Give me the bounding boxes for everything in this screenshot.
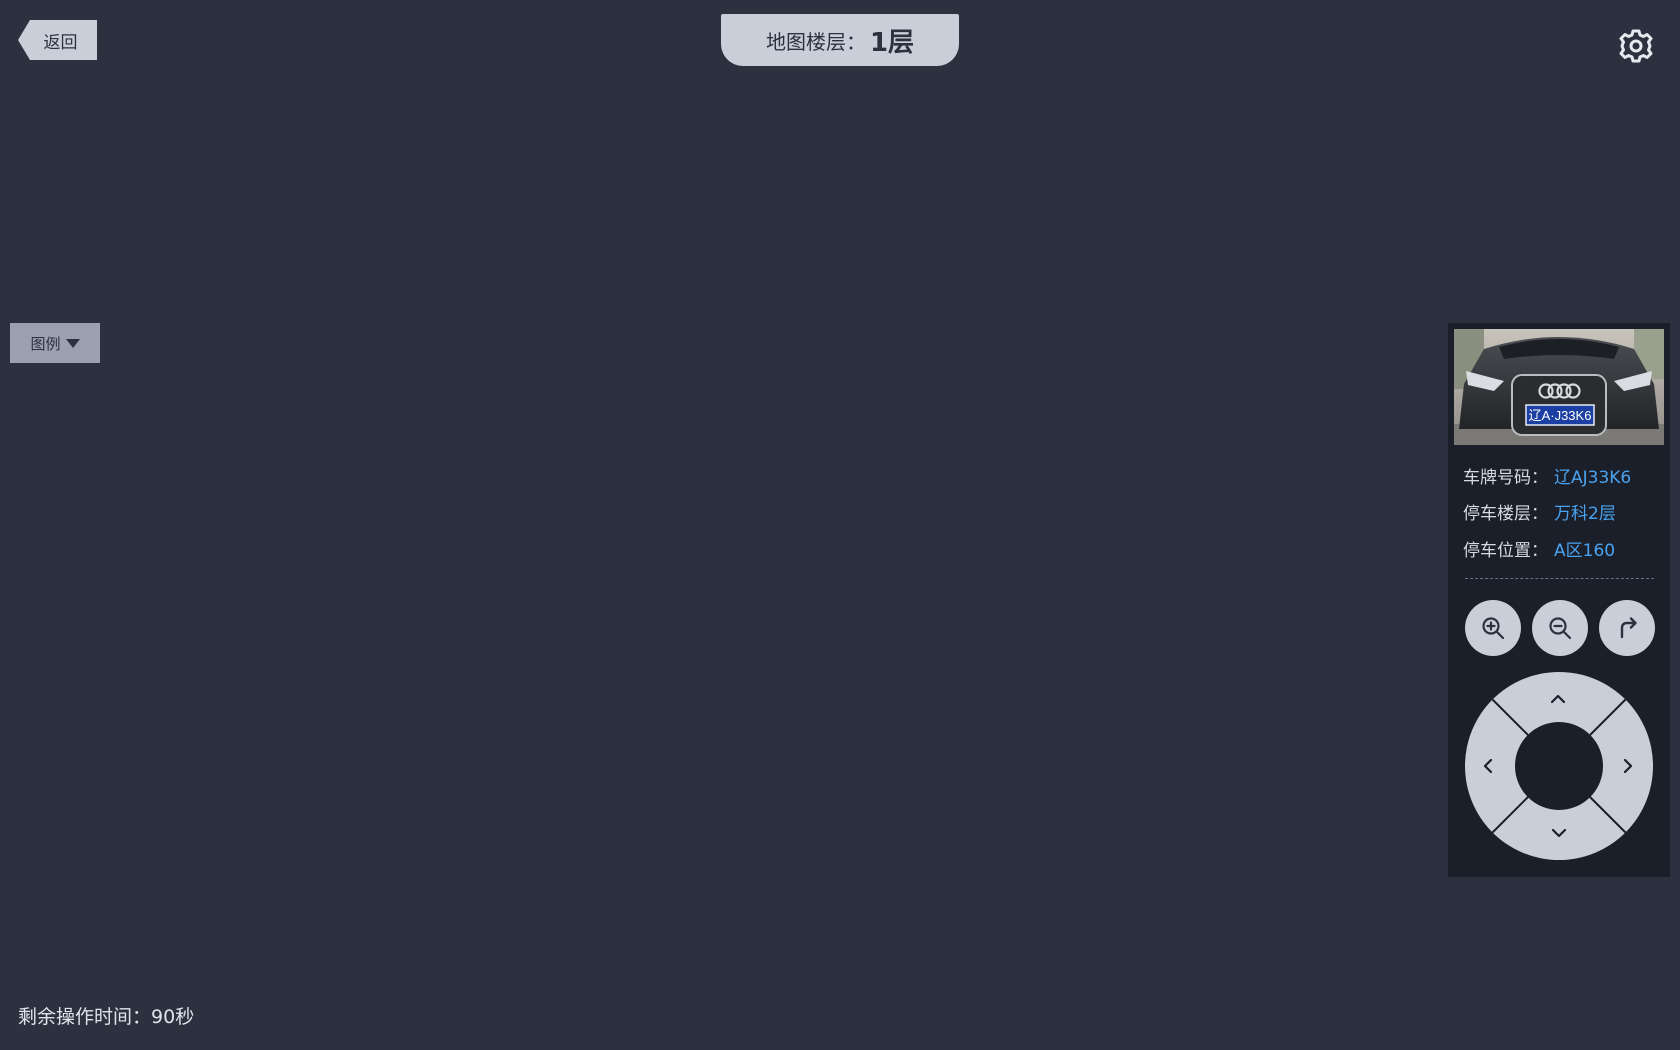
parking-info-panel: 辽A·J33K6 车牌号码： 辽AJ33K6 停车楼层： 万科2层 停车位置： A区1… xyxy=(1448,323,1670,877)
remaining-time-value: 90秒 xyxy=(151,1006,195,1028)
direction-pad xyxy=(1465,672,1653,860)
zoom-out-icon xyxy=(1549,617,1572,640)
zoom-in-button[interactable] xyxy=(1465,600,1521,656)
settings-button[interactable] xyxy=(1617,27,1655,65)
remaining-time: 剩余操作时间：90秒 xyxy=(18,1002,194,1029)
zoom-in-icon xyxy=(1482,617,1505,640)
rotate-icon xyxy=(1620,617,1637,639)
legend-button[interactable]: 图例 xyxy=(10,323,100,363)
floor-selector-label: 地图楼层： xyxy=(765,29,866,54)
floor-selector-value: 1层 xyxy=(869,27,915,58)
back-button[interactable]: 返回 xyxy=(18,20,97,60)
photo-plate-text: 辽A·J33K6 xyxy=(1529,408,1592,423)
floor-selector[interactable]: 地图楼层： 1层 xyxy=(721,14,959,66)
divider xyxy=(1465,578,1654,579)
legend-label: 图例 xyxy=(30,334,61,353)
remaining-time-label: 剩余操作时间： xyxy=(18,1006,152,1028)
parking-position-row: 停车位置： A区160 xyxy=(1463,536,1615,561)
parking-position-value: A区160 xyxy=(1554,541,1616,561)
gear-icon xyxy=(1619,29,1653,63)
parking-floor-label: 停车楼层： xyxy=(1463,504,1548,524)
zoom-out-button[interactable] xyxy=(1532,600,1588,656)
plate-label: 车牌号码： xyxy=(1463,468,1548,488)
parking-position-label: 停车位置： xyxy=(1463,541,1548,561)
plate-row: 车牌号码： 辽AJ33K6 xyxy=(1463,463,1631,488)
car-image: 辽A·J33K6 xyxy=(1454,329,1664,445)
parking-floor-value: 万科2层 xyxy=(1554,504,1616,524)
parking-floor-row: 停车楼层： 万科2层 xyxy=(1463,499,1616,524)
plate-value: 辽AJ33K6 xyxy=(1554,468,1632,488)
caret-down-icon xyxy=(65,338,80,348)
car-photo: 辽A·J33K6 xyxy=(1454,329,1664,445)
direction-pad-center[interactable] xyxy=(1515,722,1603,810)
rotate-button[interactable] xyxy=(1599,600,1655,656)
map-screen: 返回 地图楼层： 1层 图例 辽A·J33K6 车牌号码： 辽AJ33K6 停车… xyxy=(0,0,1680,1050)
back-button-label: 返回 xyxy=(43,32,78,53)
